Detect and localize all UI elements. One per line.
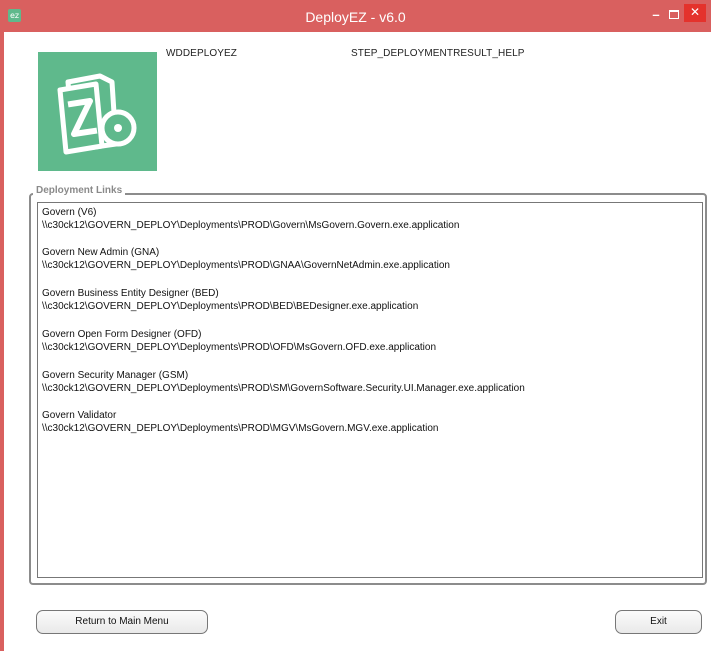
link-entry: Govern Validator \\c30ck12\GOVERN_DEPLOY… bbox=[42, 409, 438, 435]
app-logo bbox=[38, 52, 157, 171]
link-path[interactable]: \\c30ck12\GOVERN_DEPLOY\Deployments\PROD… bbox=[42, 341, 436, 354]
link-path[interactable]: \\c30ck12\GOVERN_DEPLOY\Deployments\PROD… bbox=[42, 219, 459, 232]
link-name: Govern Security Manager (GSM) bbox=[42, 370, 189, 381]
deployez-window: ez DeployEZ - v6.0 – ✕ WDDEPLOYEZ STEP_D… bbox=[0, 0, 711, 651]
link-name: Govern Open Form Designer (OFD) bbox=[42, 329, 202, 340]
link-entry: Govern Open Form Designer (OFD) \\c30ck1… bbox=[42, 328, 436, 354]
link-path[interactable]: \\c30ck12\GOVERN_DEPLOY\Deployments\PROD… bbox=[42, 259, 450, 272]
link-name: Govern Validator bbox=[42, 410, 117, 421]
return-to-main-menu-button[interactable]: Return to Main Menu bbox=[36, 610, 208, 634]
zip-disc-icon bbox=[57, 73, 137, 155]
step-label: STEP_DEPLOYMENTRESULT_HELP bbox=[351, 48, 525, 59]
link-entry: Govern (V6) \\c30ck12\GOVERN_DEPLOY\Depl… bbox=[42, 206, 459, 232]
link-entry: Govern Security Manager (GSM) \\c30ck12\… bbox=[42, 369, 525, 395]
link-path[interactable]: \\c30ck12\GOVERN_DEPLOY\Deployments\PROD… bbox=[42, 422, 438, 435]
window-left-border bbox=[0, 32, 4, 651]
app-name-label: WDDEPLOYEZ bbox=[166, 48, 238, 59]
minimize-button[interactable]: – bbox=[648, 4, 664, 26]
link-name: Govern (V6) bbox=[42, 207, 97, 218]
link-name: Govern Business Entity Designer (BED) bbox=[42, 288, 219, 299]
deployment-links-text[interactable]: Govern (V6) \\c30ck12\GOVERN_DEPLOY\Depl… bbox=[37, 202, 703, 578]
maximize-button[interactable] bbox=[667, 4, 681, 26]
maximize-icon bbox=[669, 10, 679, 19]
exit-button[interactable]: Exit bbox=[615, 610, 702, 634]
close-icon: ✕ bbox=[689, 5, 701, 19]
deployment-links-legend: Deployment Links bbox=[33, 185, 126, 196]
close-button[interactable]: ✕ bbox=[684, 4, 706, 22]
link-path[interactable]: \\c30ck12\GOVERN_DEPLOY\Deployments\PROD… bbox=[42, 300, 418, 313]
link-entry: Govern New Admin (GNA) \\c30ck12\GOVERN_… bbox=[42, 246, 450, 272]
window-title: DeployEZ - v6.0 bbox=[305, 9, 406, 25]
title-bar[interactable]: ez DeployEZ - v6.0 – ✕ bbox=[0, 0, 711, 32]
link-name: Govern New Admin (GNA) bbox=[42, 247, 160, 258]
link-entry: Govern Business Entity Designer (BED) \\… bbox=[42, 287, 418, 313]
minimize-icon: – bbox=[652, 7, 660, 22]
link-path[interactable]: \\c30ck12\GOVERN_DEPLOY\Deployments\PROD… bbox=[42, 382, 525, 395]
